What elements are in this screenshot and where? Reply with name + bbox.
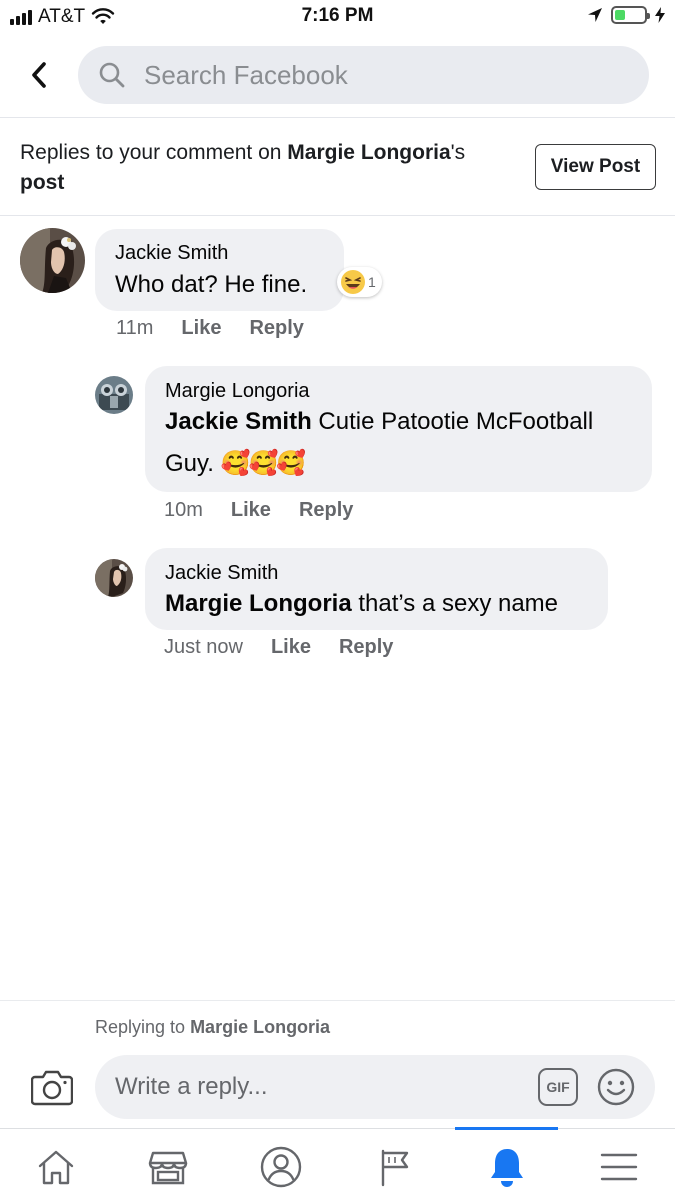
reply-button[interactable]: Reply bbox=[249, 317, 303, 340]
comment-author[interactable]: Jackie Smith bbox=[165, 562, 278, 585]
comment-time: Just now bbox=[164, 636, 243, 658]
tab-pages[interactable] bbox=[340, 1137, 450, 1197]
back-button[interactable] bbox=[22, 58, 56, 92]
reply-box[interactable]: GIF bbox=[95, 1055, 655, 1119]
menu-icon bbox=[600, 1153, 638, 1181]
flag-icon bbox=[381, 1149, 409, 1187]
like-button[interactable]: Like bbox=[231, 499, 271, 522]
tab-notifications[interactable] bbox=[452, 1137, 562, 1197]
search-icon bbox=[98, 61, 126, 89]
view-post-button[interactable]: View Post bbox=[535, 144, 656, 190]
tab-marketplace[interactable] bbox=[113, 1137, 223, 1197]
comment-time: 10m bbox=[164, 499, 203, 521]
comment-time: 11m bbox=[116, 317, 154, 339]
marketplace-icon bbox=[148, 1151, 188, 1185]
comment-meta: 10m Like Reply bbox=[164, 499, 353, 522]
reaction-count: 1 bbox=[368, 274, 376, 290]
comment-mention[interactable]: Margie Longoria bbox=[165, 590, 352, 617]
bottom-tab-bar bbox=[0, 1127, 675, 1200]
comment-text: Jackie Smith Cutie Patootie McFootball G… bbox=[165, 401, 645, 485]
comment-bubble[interactable]: Jackie Smith Margie Longoria that’s a se… bbox=[145, 548, 608, 630]
charging-bolt-icon bbox=[655, 7, 665, 23]
comment-mention[interactable]: Jackie Smith bbox=[165, 408, 312, 435]
tab-home[interactable] bbox=[1, 1137, 111, 1197]
comment-author[interactable]: Jackie Smith bbox=[115, 242, 228, 265]
battery-icon bbox=[611, 6, 650, 24]
reply-button[interactable]: Reply bbox=[339, 636, 393, 659]
camera-icon bbox=[30, 1070, 74, 1106]
status-bar: AT&T 7:16 PM bbox=[0, 0, 675, 36]
tab-profile[interactable] bbox=[226, 1137, 336, 1197]
reply-button[interactable]: Reply bbox=[299, 499, 353, 522]
search-header bbox=[0, 36, 675, 118]
comment-bubble[interactable]: Margie Longoria Jackie Smith Cutie Patoo… bbox=[145, 366, 652, 492]
reply-input[interactable] bbox=[115, 1069, 515, 1105]
context-person[interactable]: Margie Longoria bbox=[287, 141, 450, 164]
context-suffix: 's bbox=[450, 141, 466, 164]
comment-meta: Just now Like Reply bbox=[164, 636, 393, 659]
comment-body: that’s a sexy name bbox=[351, 590, 559, 617]
comment-text: Margie Longoria that’s a sexy name bbox=[165, 583, 558, 625]
like-button[interactable]: Like bbox=[271, 636, 311, 659]
search-input[interactable] bbox=[144, 59, 604, 91]
laughing-emoji-icon bbox=[341, 270, 365, 294]
location-arrow-icon bbox=[588, 8, 602, 22]
search-bar[interactable] bbox=[78, 46, 649, 104]
comment-meta: 11m Like Reply bbox=[116, 317, 304, 340]
emoji-hearts: 🥰🥰🥰 bbox=[220, 450, 307, 477]
avatar-jackie-smith[interactable] bbox=[20, 228, 85, 293]
context-post-word: post bbox=[20, 171, 65, 194]
chevron-left-icon bbox=[32, 62, 46, 88]
emoji-button[interactable] bbox=[597, 1068, 635, 1106]
camera-button[interactable] bbox=[30, 1068, 74, 1106]
smiley-icon bbox=[597, 1068, 635, 1106]
comment-text: Who dat? He fine. bbox=[115, 271, 308, 298]
status-right bbox=[587, 6, 665, 24]
notification-context: Replies to your comment on Margie Longor… bbox=[0, 118, 675, 216]
gif-button[interactable]: GIF bbox=[538, 1068, 578, 1106]
reaction-badge[interactable]: 1 bbox=[337, 267, 382, 297]
clock: 7:16 PM bbox=[301, 5, 374, 26]
comment-bubble[interactable]: Jackie Smith Who dat? He fine. bbox=[95, 229, 344, 311]
avatar-margie-longoria[interactable] bbox=[95, 376, 133, 414]
replying-to-label: Replying to Margie Longoria bbox=[95, 1017, 330, 1038]
avatar-jackie-smith[interactable] bbox=[95, 559, 133, 597]
like-button[interactable]: Like bbox=[181, 317, 221, 340]
profile-icon bbox=[260, 1146, 302, 1188]
tab-menu[interactable] bbox=[564, 1137, 674, 1197]
battery-level bbox=[615, 10, 625, 20]
reply-composer: Replying to Margie Longoria GIF bbox=[0, 1000, 675, 1128]
replying-to-name: Margie Longoria bbox=[190, 1017, 331, 1037]
context-prefix: Replies to your comment on bbox=[20, 141, 288, 164]
comment-author[interactable]: Margie Longoria bbox=[165, 380, 310, 403]
context-text: Replies to your comment on Margie Longor… bbox=[20, 138, 520, 198]
bell-icon bbox=[491, 1149, 523, 1187]
replying-prefix: Replying to bbox=[95, 1017, 191, 1037]
active-tab-indicator bbox=[455, 1127, 558, 1130]
home-icon bbox=[38, 1150, 74, 1185]
